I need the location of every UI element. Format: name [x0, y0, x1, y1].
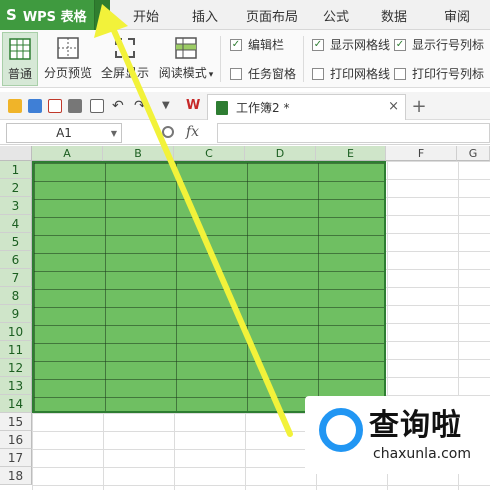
print-gridlines-label: 打印网格线: [330, 67, 391, 81]
menu-bar: S WPS 表格 ▾ 开始 插入 页面布局 公式 数据 审阅: [0, 0, 490, 30]
search-logo-icon: [319, 408, 363, 452]
row-header[interactable]: 5: [0, 233, 32, 251]
app-name: WPS 表格: [22, 9, 87, 25]
row-header[interactable]: 9: [0, 305, 32, 323]
insert-function-icon[interactable]: fx: [186, 124, 199, 140]
checkbox-checked-icon: ✓: [394, 38, 406, 51]
task-pane-checkbox-label: 任务窗格: [248, 67, 297, 81]
row-header[interactable]: 7: [0, 269, 32, 287]
show-gridlines-checkbox[interactable]: ✓ 显示网格线: [312, 36, 390, 53]
page-break-icon: [57, 37, 79, 59]
column-header-f[interactable]: F: [386, 146, 457, 161]
checkbox-checked-icon: ✓: [230, 38, 242, 51]
normal-view-icon: [9, 38, 31, 60]
print-gridlines-checkbox[interactable]: 打印网格线: [312, 65, 390, 82]
document-title: 工作簿2 *: [236, 101, 290, 115]
column-header-b[interactable]: B: [103, 146, 174, 161]
row-header[interactable]: 6: [0, 251, 32, 269]
redo-icon[interactable]: ↷: [134, 99, 148, 113]
tab-review[interactable]: 审阅: [432, 0, 482, 30]
spreadsheet-file-icon: [216, 100, 228, 115]
page-break-preview-label: 分页预览: [43, 66, 92, 80]
open-folder-icon[interactable]: [8, 99, 22, 113]
column-header-a[interactable]: A: [32, 146, 103, 161]
reading-mode-label: 阅读模式 ▾: [158, 66, 214, 80]
print-headings-label: 打印行号列标: [412, 67, 485, 81]
view-ribbon: 普通 分页预览 全屏显示 阅读模式 ▾ ✓ 编辑栏 任务窗格 ✓ 显示网格线 打…: [0, 30, 490, 88]
ribbon-divider: [303, 36, 304, 82]
full-screen-button[interactable]: 全屏显示: [100, 32, 150, 86]
undo-icon[interactable]: ↶: [112, 99, 126, 113]
watermark-chinese: 查询啦: [369, 408, 462, 443]
checkbox-unchecked-icon: [230, 67, 242, 80]
column-header-c[interactable]: C: [174, 146, 245, 161]
row-header[interactable]: 11: [0, 341, 32, 359]
show-gridlines-label: 显示网格线: [330, 38, 391, 52]
row-header[interactable]: 3: [0, 197, 32, 215]
row-header[interactable]: 17: [0, 449, 32, 467]
tab-data[interactable]: 数据: [372, 0, 416, 30]
wps-writer-icon[interactable]: W: [186, 99, 200, 113]
row-header[interactable]: 12: [0, 359, 32, 377]
formula-bar: A1 ▼ fx: [0, 121, 490, 145]
tab-home[interactable]: 开始: [118, 0, 174, 30]
page-break-preview-button[interactable]: 分页预览: [42, 32, 94, 86]
selected-range[interactable]: [32, 161, 386, 413]
name-box-value: A1: [56, 126, 72, 140]
reading-mode-button[interactable]: 阅读模式 ▾: [156, 32, 216, 86]
checkbox-unchecked-icon: [394, 67, 406, 80]
formula-bar-checkbox-label: 编辑栏: [248, 38, 285, 52]
column-header-e[interactable]: E: [316, 146, 386, 161]
new-tab-button[interactable]: +: [410, 94, 428, 118]
select-all-corner[interactable]: [0, 146, 32, 161]
ribbon-divider: [220, 36, 221, 82]
wps-logo-icon: S: [6, 6, 17, 24]
normal-view-button[interactable]: 普通: [2, 32, 38, 86]
chevron-down-icon: ▾: [100, 10, 105, 20]
app-menu-dropdown-button[interactable]: ▾: [94, 0, 110, 30]
tab-formulas[interactable]: 公式: [314, 0, 358, 30]
full-screen-icon: [115, 38, 135, 58]
save-icon[interactable]: [28, 99, 42, 113]
show-headings-checkbox[interactable]: ✓ 显示行号列标: [394, 36, 484, 53]
normal-view-label: 普通: [7, 67, 32, 81]
wps-spreadsheet-window: S WPS 表格 ▾ 开始 插入 页面布局 公式 数据 审阅 普通 分页预览 全…: [0, 0, 490, 490]
print-headings-checkbox[interactable]: 打印行号列标: [394, 65, 484, 82]
reading-mode-icon: [175, 37, 197, 59]
checkbox-checked-icon: ✓: [312, 38, 324, 51]
chevron-down-icon: ▼: [110, 128, 117, 138]
row-header[interactable]: 1: [0, 161, 32, 179]
document-tab[interactable]: 工作簿2 * ×: [207, 94, 406, 120]
row-header[interactable]: 8: [0, 287, 32, 305]
print-icon[interactable]: [68, 99, 82, 113]
watermark: 查询啦 chaxunla.com: [305, 396, 490, 474]
row-header[interactable]: 18: [0, 467, 32, 485]
column-header-d[interactable]: D: [245, 146, 316, 161]
tab-page-layout[interactable]: 页面布局: [240, 0, 304, 30]
row-header[interactable]: 15: [0, 413, 32, 431]
zoom-search-icon[interactable]: [162, 126, 174, 138]
export-pdf-icon[interactable]: [48, 99, 62, 113]
column-header-g[interactable]: G: [457, 146, 490, 161]
print-preview-icon[interactable]: [90, 99, 104, 113]
name-box[interactable]: A1 ▼: [6, 123, 122, 143]
row-header[interactable]: 2: [0, 179, 32, 197]
full-screen-label: 全屏显示: [100, 66, 149, 80]
customize-toolbar-icon[interactable]: ▼: [162, 99, 176, 113]
row-header[interactable]: 10: [0, 323, 32, 341]
checkbox-unchecked-icon: [312, 67, 324, 80]
show-headings-label: 显示行号列标: [412, 38, 485, 52]
app-logo-button[interactable]: S WPS 表格: [0, 0, 94, 30]
task-pane-checkbox[interactable]: 任务窗格: [230, 65, 296, 82]
formula-bar-checkbox[interactable]: ✓ 编辑栏: [230, 36, 284, 53]
row-header[interactable]: 13: [0, 377, 32, 395]
row-header[interactable]: 16: [0, 431, 32, 449]
row-header[interactable]: 4: [0, 215, 32, 233]
watermark-domain: chaxunla.com: [373, 446, 471, 462]
formula-input[interactable]: [217, 123, 490, 143]
row-header[interactable]: 14: [0, 395, 32, 413]
close-tab-icon[interactable]: ×: [388, 99, 399, 114]
tab-insert[interactable]: 插入: [180, 0, 230, 30]
